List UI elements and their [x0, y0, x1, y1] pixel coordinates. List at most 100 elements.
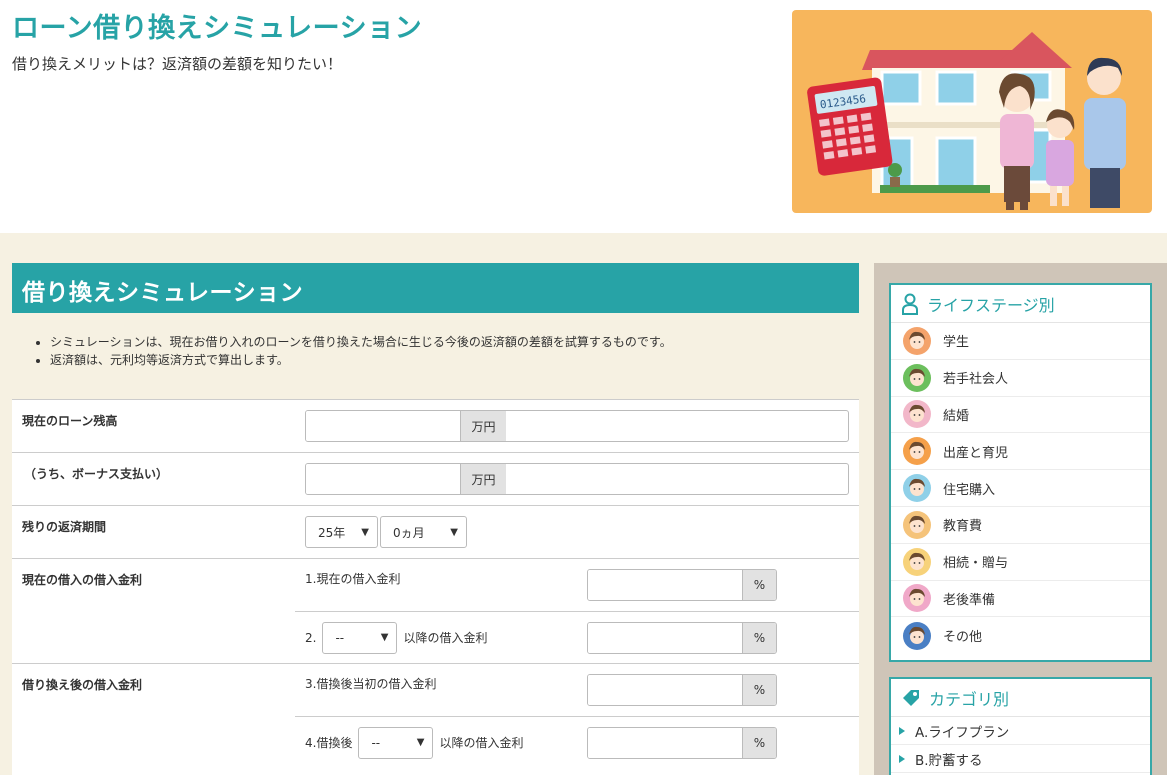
life-stage-item-label: その他 [943, 630, 983, 646]
retirement-icon [903, 584, 931, 613]
bonus-payment-input[interactable] [306, 464, 460, 494]
life-stage-item-label: 若手社会人 [943, 372, 1009, 388]
unit-percent: % [742, 675, 776, 705]
education-icon [903, 510, 931, 539]
unit-percent: % [742, 728, 776, 758]
note-item: 返済額は、元利均等返済方式で算出します。 [50, 351, 859, 369]
later-period-select[interactable]: -- ▼ [322, 621, 398, 654]
row-current-rate: 現在の借入の借入金利 1.現在の借入金利 % 2. -- ▼ 以降の借入金利 % [12, 559, 859, 664]
unit-percent: % [742, 623, 776, 653]
page-title: ローン借り換えシミュレーション [12, 13, 423, 44]
life-stage-item-label: 相続・贈与 [943, 556, 1009, 572]
tag-icon [903, 689, 919, 706]
row-new-rate: 借り換え後の借入金利 3.借換後当初の借入金利 % 4.借換後 -- ▼ 以降の… [12, 664, 859, 768]
marriage-icon [903, 400, 931, 429]
simulation-panel: 借り換えシミュレーション シミュレーションは、現在お借り入れのローンを借り換えた… [12, 263, 859, 775]
unit-man-yen: 万円 [460, 411, 506, 441]
notes-area: シミュレーションは、現在お借り入れのローンを借り換えた場合に生じる今後の返済額の… [12, 313, 859, 399]
life-stage-title: ライフステージ別 [891, 285, 1150, 323]
label-remaining-period: 残りの返済期間 [22, 520, 107, 534]
life-stage-item[interactable]: 相続・贈与 [891, 544, 1150, 581]
label-later-suffix: 以降の借入金利 [403, 631, 488, 645]
life-stage-list: 学生若手社会人結婚出産と育児住宅購入教育費相続・贈与老後準備その他 [891, 323, 1150, 654]
new-later-period-value: -- [371, 735, 381, 750]
inheritance-icon [903, 547, 931, 576]
page-header: ローン借り換えシミュレーション 借り換えメリットは？返済額の差額を知りたい！ 0… [0, 0, 1167, 233]
bonus-payment-group: 万円 [305, 463, 849, 495]
label-initial-new-rate: 3.借換後当初の借入金利 [305, 677, 437, 691]
remaining-months-select[interactable]: 0ヵ月 ▼ [380, 516, 467, 548]
later-new-rate-input[interactable] [588, 728, 742, 758]
later-rate-input[interactable] [588, 623, 742, 653]
life-stage-widget: ライフステージ別 学生若手社会人結婚出産と育児住宅購入教育費相続・贈与老後準備そ… [889, 283, 1152, 662]
unit-man-yen: 万円 [460, 464, 506, 494]
triangle-right-icon [899, 754, 905, 763]
life-stage-item-label: 結婚 [943, 408, 970, 424]
sub-row-later-rate: 2. -- ▼ 以降の借入金利 % [295, 611, 859, 663]
section-title: 借り換えシミュレーション [12, 263, 859, 313]
life-stage-item[interactable]: 学生 [891, 323, 1150, 360]
category-list: A.ライフプラン B.貯蓄する [891, 717, 1150, 773]
initial-new-rate-group: % [587, 674, 777, 706]
life-stage-item[interactable]: 教育費 [891, 507, 1150, 544]
label-current-rate: 現在の借入の借入金利 [22, 573, 143, 587]
label-current-balance: 現在のローン残高 [22, 414, 118, 428]
sub-row-later-new-rate: 4.借換後 -- ▼ 以降の借入金利 % [295, 716, 859, 768]
other-icon [903, 621, 931, 650]
row-current-balance: 現在のローン残高 万円 [12, 400, 859, 453]
unit-percent: % [742, 570, 776, 600]
life-stage-item[interactable]: 若手社会人 [891, 360, 1150, 397]
chevron-down-icon: ▼ [361, 526, 369, 538]
row-remaining-period: 残りの返済期間 25年 ▼ 0ヵ月 ▼ [12, 506, 859, 559]
young-worker-icon [903, 363, 931, 392]
page-subtitle: 借り換えメリットは？返済額の差額を知りたい！ [12, 55, 343, 73]
life-stage-item[interactable]: 結婚 [891, 397, 1150, 434]
family-house-illustration: 0123456 [807, 32, 1126, 210]
life-stage-item[interactable]: 住宅購入 [891, 470, 1150, 507]
student-icon [903, 326, 931, 355]
current-rate-input[interactable] [588, 570, 742, 600]
remaining-years-value: 25年 [318, 525, 346, 540]
hero-illustration: 0123456 [792, 10, 1152, 213]
sub-row-current-rate: 1.現在の借入金利 % [295, 559, 859, 611]
life-stage-title-text: ライフステージ別 [927, 295, 1055, 315]
life-stage-item-label: 老後準備 [943, 592, 996, 608]
life-stage-item-label: 住宅購入 [943, 482, 996, 498]
person-icon [902, 293, 918, 315]
life-stage-item[interactable]: 出産と育児 [891, 433, 1150, 471]
remaining-months-value: 0ヵ月 [393, 525, 425, 540]
sub-row-initial-new-rate: 3.借換後当初の借入金利 % [295, 664, 859, 716]
current-rate-group: % [587, 569, 777, 601]
current-balance-group: 万円 [305, 410, 849, 442]
house-icon [903, 474, 931, 503]
label-new-rate: 借り換え後の借入金利 [22, 678, 143, 692]
label-later-prefix: 2. [305, 630, 317, 645]
label-bonus-payment: （うち、ボーナス支払い） [24, 467, 169, 481]
category-widget: カテゴリ別 A.ライフプラン B.貯蓄する [889, 677, 1152, 775]
simulation-form: 現在のローン残高 万円 （うち、ボーナス支払い） 万円 残りの返済期間 25年 … [12, 399, 859, 768]
category-item-life-plan[interactable]: A.ライフプラン [891, 717, 1150, 745]
current-balance-input[interactable] [306, 411, 460, 441]
remaining-years-select[interactable]: 25年 ▼ [305, 516, 378, 548]
triangle-right-icon [899, 726, 905, 735]
category-item-label: B.貯蓄する [915, 752, 983, 769]
new-later-period-select[interactable]: -- ▼ [358, 726, 434, 759]
row-bonus-payment: （うち、ボーナス支払い） 万円 [12, 453, 859, 506]
category-item-label: A.ライフプラン [915, 724, 1010, 741]
life-stage-item-label: 出産と育児 [943, 445, 1009, 461]
life-stage-item[interactable]: 老後準備 [891, 581, 1150, 618]
label-new-later-prefix: 4.借換後 [305, 736, 353, 750]
life-stage-item[interactable]: その他 [891, 617, 1150, 654]
later-period-value: -- [335, 630, 345, 645]
chevron-down-icon: ▼ [380, 632, 389, 643]
later-rate-group: % [587, 622, 777, 654]
childbirth-icon [903, 437, 931, 466]
chevron-down-icon: ▼ [450, 526, 458, 538]
label-current-interest: 1.現在の借入金利 [305, 572, 401, 586]
sidebar: ライフステージ別 学生若手社会人結婚出産と育児住宅購入教育費相続・贈与老後準備そ… [874, 263, 1167, 775]
later-new-rate-group: % [587, 727, 777, 759]
category-item-savings[interactable]: B.貯蓄する [891, 745, 1150, 773]
notes-list: シミュレーションは、現在お借り入れのローンを借り換えた場合に生じる今後の返済額の… [34, 333, 859, 369]
chevron-down-icon: ▼ [416, 737, 425, 748]
initial-new-rate-input[interactable] [588, 675, 742, 705]
